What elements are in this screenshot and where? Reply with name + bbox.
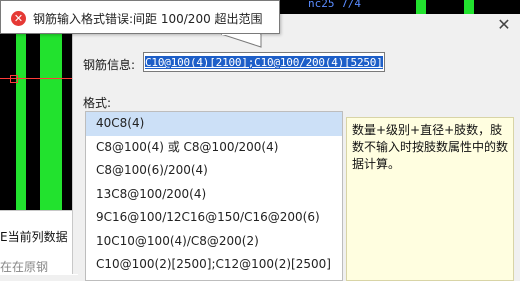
format-list-item[interactable]: 13C8@100/200(4) xyxy=(86,183,342,207)
rebar-input-dialog: ✕ 钢筋信息: C10@100(4)[2100];C10@100/200(4)[… xyxy=(72,14,520,281)
format-list-item[interactable]: C10@100(2)[2500];C12@100(2)[2500] xyxy=(86,253,342,277)
rebar-info-input[interactable]: C10@100(4)[2100];C10@100/200(4)[5250] xyxy=(143,52,385,72)
background-table-row: E当前列数据 xyxy=(0,227,80,247)
rebar-info-label: 钢筋信息: xyxy=(83,58,136,72)
error-icon: ✕ xyxy=(11,11,26,26)
error-tooltip: ✕ 钢筋输入格式错误:间距 100/200 超出范围 xyxy=(0,0,280,48)
background-table-row-2: 在在原钢 xyxy=(0,258,80,274)
background-row2-text: 在在原钢 xyxy=(0,260,49,274)
error-message: 钢筋输入格式错误:间距 100/200 超出范围 xyxy=(33,12,263,26)
format-list-item[interactable]: C8@100(6)/200(4) xyxy=(86,159,342,183)
tooltip-pointer xyxy=(221,34,262,48)
rebar-info-value: C10@100(4)[2100];C10@100/200(4)[5250] xyxy=(145,56,383,69)
format-description: 数量+级别+直径+肢数，肢数不输入时按肢数属性中的数据计算。 xyxy=(346,117,514,281)
format-list-item[interactable]: 10C10@100(4)/C8@200(2) xyxy=(86,230,342,254)
background-row-text: 当前列数据 xyxy=(7,230,68,244)
format-list[interactable]: 40C8(4) C8@100(4) 或 C8@100/200(4) C8@100… xyxy=(85,111,343,281)
format-list-item[interactable]: 9C16@100/12C16@150/C16@200(6) xyxy=(86,206,342,230)
cad-text: nc25 7/4 xyxy=(308,0,361,10)
format-label: 格式: xyxy=(83,96,112,110)
cad-canvas-top: nc25 7/4 xyxy=(250,0,520,14)
close-icon[interactable]: ✕ xyxy=(495,16,513,34)
background-row-prefix: E xyxy=(0,230,8,244)
format-list-item[interactable]: C8@100(4) 或 C8@100/200(4) xyxy=(86,136,342,160)
format-list-item[interactable]: 40C8(4) xyxy=(86,112,342,136)
